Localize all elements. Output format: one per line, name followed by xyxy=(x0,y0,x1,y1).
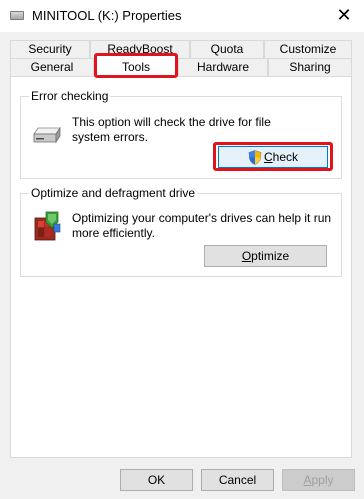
error-checking-desc-line2: system errors. xyxy=(72,130,149,144)
tab-sharing[interactable]: Sharing xyxy=(268,58,352,76)
cancel-button-label: Cancel xyxy=(218,473,257,487)
error-checking-label: Error checking xyxy=(29,89,111,103)
window-title: MINITOOL (K:) Properties xyxy=(32,8,182,23)
apply-button[interactable]: Apply xyxy=(282,469,355,491)
close-button[interactable]: ✕ xyxy=(324,0,364,30)
tab-general[interactable]: General xyxy=(10,58,94,76)
optimize-button-label: Optimize xyxy=(241,249,290,263)
check-button[interactable]: Check xyxy=(218,146,328,168)
uac-shield-icon xyxy=(248,149,262,165)
tab-hardware[interactable]: Hardware xyxy=(178,58,268,76)
drive-icon xyxy=(32,124,62,146)
title-bar: MINITOOL (K:) Properties ✕ xyxy=(0,0,364,32)
cancel-button[interactable]: Cancel xyxy=(201,469,274,491)
error-checking-desc-line1: This option will check the drive for fil… xyxy=(72,115,271,129)
tab-customize[interactable]: Customize xyxy=(264,40,352,58)
check-button-label: Check xyxy=(263,150,299,164)
optimize-label: Optimize and defragment drive xyxy=(29,186,198,200)
tab-quota[interactable]: Quota xyxy=(190,40,264,58)
error-checking-description: This option will check the drive for fil… xyxy=(72,115,271,145)
defrag-icon xyxy=(32,210,62,242)
close-icon: ✕ xyxy=(336,4,352,25)
ok-button[interactable]: OK xyxy=(120,469,193,491)
tab-tools[interactable]: Tools xyxy=(94,55,178,77)
apply-button-label: Apply xyxy=(303,473,334,487)
optimize-desc-line2: more efficiently. xyxy=(72,226,155,240)
tab-security[interactable]: Security xyxy=(10,40,90,58)
drive-icon xyxy=(10,11,24,20)
optimize-button[interactable]: Optimize xyxy=(204,245,327,267)
optimize-description: Optimizing your computer's drives can he… xyxy=(72,211,331,241)
optimize-desc-line1: Optimizing your computer's drives can he… xyxy=(72,211,332,225)
ok-button-label: OK xyxy=(147,473,166,487)
